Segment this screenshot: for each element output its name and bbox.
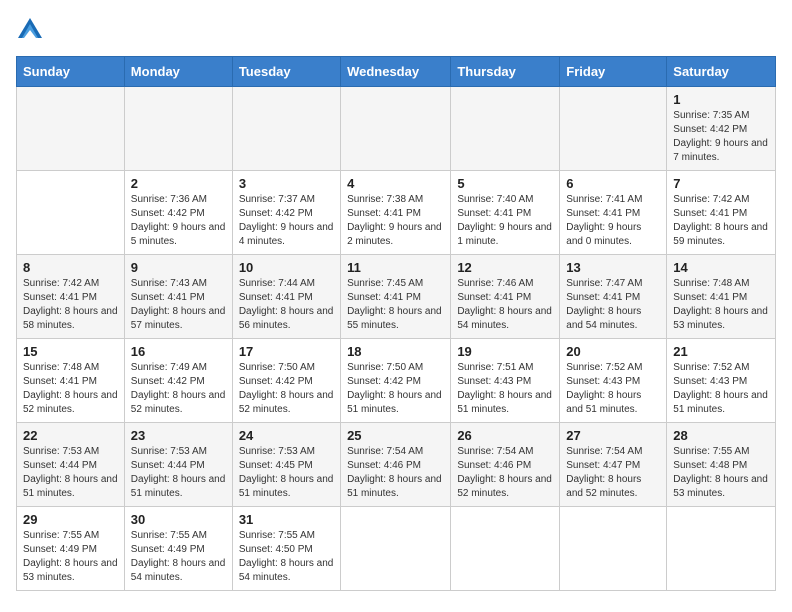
empty-cell (667, 507, 776, 591)
calendar-day-31: 31Sunrise: 7:55 AMSunset: 4:50 PMDayligh… (232, 507, 340, 591)
calendar-day-18: 18Sunrise: 7:50 AMSunset: 4:42 PMDayligh… (341, 339, 451, 423)
calendar-day-5: 5Sunrise: 7:40 AMSunset: 4:41 PMDaylight… (451, 171, 560, 255)
calendar-day-8: 8Sunrise: 7:42 AMSunset: 4:41 PMDaylight… (17, 255, 125, 339)
empty-cell (17, 171, 125, 255)
day-header-tuesday: Tuesday (232, 57, 340, 87)
day-header-monday: Monday (124, 57, 232, 87)
calendar-week-3: 8Sunrise: 7:42 AMSunset: 4:41 PMDaylight… (17, 255, 776, 339)
calendar-day-2: 2Sunrise: 7:36 AMSunset: 4:42 PMDaylight… (124, 171, 232, 255)
calendar-day-9: 9Sunrise: 7:43 AMSunset: 4:41 PMDaylight… (124, 255, 232, 339)
empty-cell (560, 87, 667, 171)
calendar-day-15: 15Sunrise: 7:48 AMSunset: 4:41 PMDayligh… (17, 339, 125, 423)
calendar-day-28: 28Sunrise: 7:55 AMSunset: 4:48 PMDayligh… (667, 423, 776, 507)
calendar-day-1: 1Sunrise: 7:35 AMSunset: 4:42 PMDaylight… (667, 87, 776, 171)
calendar-day-10: 10Sunrise: 7:44 AMSunset: 4:41 PMDayligh… (232, 255, 340, 339)
calendar-header-row: SundayMondayTuesdayWednesdayThursdayFrid… (17, 57, 776, 87)
calendar-day-11: 11Sunrise: 7:45 AMSunset: 4:41 PMDayligh… (341, 255, 451, 339)
calendar-day-25: 25Sunrise: 7:54 AMSunset: 4:46 PMDayligh… (341, 423, 451, 507)
page-header (16, 16, 776, 44)
calendar-day-22: 22Sunrise: 7:53 AMSunset: 4:44 PMDayligh… (17, 423, 125, 507)
logo-icon (16, 16, 44, 44)
empty-cell (17, 87, 125, 171)
empty-cell (124, 87, 232, 171)
empty-cell (451, 507, 560, 591)
empty-cell (341, 507, 451, 591)
calendar-day-16: 16Sunrise: 7:49 AMSunset: 4:42 PMDayligh… (124, 339, 232, 423)
empty-cell (341, 87, 451, 171)
calendar-day-30: 30Sunrise: 7:55 AMSunset: 4:49 PMDayligh… (124, 507, 232, 591)
calendar-day-13: 13Sunrise: 7:47 AMSunset: 4:41 PMDayligh… (560, 255, 667, 339)
calendar-day-26: 26Sunrise: 7:54 AMSunset: 4:46 PMDayligh… (451, 423, 560, 507)
calendar-week-4: 15Sunrise: 7:48 AMSunset: 4:41 PMDayligh… (17, 339, 776, 423)
empty-cell (451, 87, 560, 171)
calendar-week-6: 29Sunrise: 7:55 AMSunset: 4:49 PMDayligh… (17, 507, 776, 591)
day-header-saturday: Saturday (667, 57, 776, 87)
calendar-day-17: 17Sunrise: 7:50 AMSunset: 4:42 PMDayligh… (232, 339, 340, 423)
calendar-day-19: 19Sunrise: 7:51 AMSunset: 4:43 PMDayligh… (451, 339, 560, 423)
calendar-day-6: 6Sunrise: 7:41 AMSunset: 4:41 PMDaylight… (560, 171, 667, 255)
calendar-day-27: 27Sunrise: 7:54 AMSunset: 4:47 PMDayligh… (560, 423, 667, 507)
day-header-sunday: Sunday (17, 57, 125, 87)
calendar-day-7: 7Sunrise: 7:42 AMSunset: 4:41 PMDaylight… (667, 171, 776, 255)
calendar-day-24: 24Sunrise: 7:53 AMSunset: 4:45 PMDayligh… (232, 423, 340, 507)
calendar-day-29: 29Sunrise: 7:55 AMSunset: 4:49 PMDayligh… (17, 507, 125, 591)
calendar-week-1: 1Sunrise: 7:35 AMSunset: 4:42 PMDaylight… (17, 87, 776, 171)
empty-cell (560, 507, 667, 591)
logo (16, 16, 48, 44)
calendar-week-2: 2Sunrise: 7:36 AMSunset: 4:42 PMDaylight… (17, 171, 776, 255)
day-header-friday: Friday (560, 57, 667, 87)
empty-cell (232, 87, 340, 171)
day-header-thursday: Thursday (451, 57, 560, 87)
calendar-day-4: 4Sunrise: 7:38 AMSunset: 4:41 PMDaylight… (341, 171, 451, 255)
calendar-week-5: 22Sunrise: 7:53 AMSunset: 4:44 PMDayligh… (17, 423, 776, 507)
day-header-wednesday: Wednesday (341, 57, 451, 87)
calendar-day-12: 12Sunrise: 7:46 AMSunset: 4:41 PMDayligh… (451, 255, 560, 339)
calendar-day-3: 3Sunrise: 7:37 AMSunset: 4:42 PMDaylight… (232, 171, 340, 255)
calendar-day-21: 21Sunrise: 7:52 AMSunset: 4:43 PMDayligh… (667, 339, 776, 423)
calendar-table: SundayMondayTuesdayWednesdayThursdayFrid… (16, 56, 776, 591)
calendar-day-20: 20Sunrise: 7:52 AMSunset: 4:43 PMDayligh… (560, 339, 667, 423)
calendar-day-14: 14Sunrise: 7:48 AMSunset: 4:41 PMDayligh… (667, 255, 776, 339)
calendar-day-23: 23Sunrise: 7:53 AMSunset: 4:44 PMDayligh… (124, 423, 232, 507)
